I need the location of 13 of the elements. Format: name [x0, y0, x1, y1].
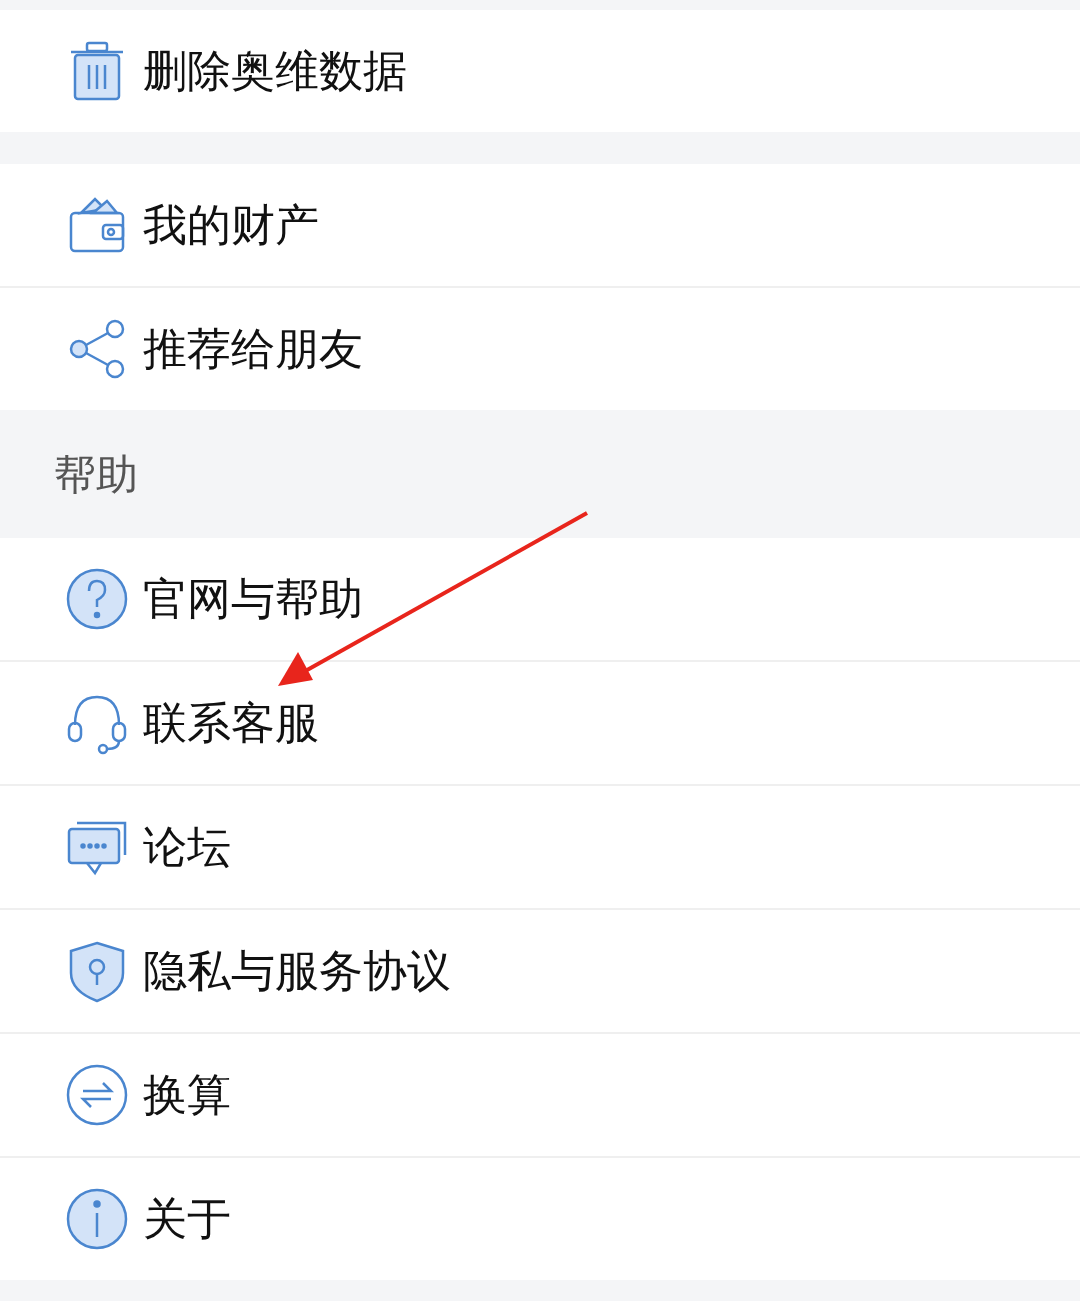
info-icon: [65, 1187, 129, 1251]
menu-item[interactable]: 论坛: [0, 786, 1080, 908]
menu-item[interactable]: 删除奥维数据: [0, 10, 1080, 132]
menu-item[interactable]: 换算: [0, 1034, 1080, 1156]
exchange-icon: [65, 1063, 129, 1127]
menu-item[interactable]: 官网与帮助: [0, 538, 1080, 660]
section-header: 帮助: [54, 448, 138, 501]
question-icon: [65, 567, 129, 631]
menu-item[interactable]: 联系客服: [0, 662, 1080, 784]
menu-item[interactable]: 我的财产: [0, 164, 1080, 286]
menu-item[interactable]: 推荐给朋友: [0, 288, 1080, 410]
menu-item[interactable]: 关于: [0, 1158, 1080, 1280]
menu-item[interactable]: 隐私与服务协议: [0, 910, 1080, 1032]
